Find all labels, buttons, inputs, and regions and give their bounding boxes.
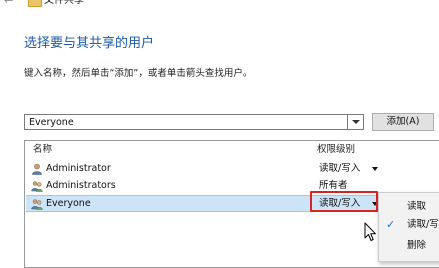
permission-level[interactable]: 读取/写入 bbox=[319, 162, 360, 176]
user-name: Administrator bbox=[46, 163, 111, 174]
instruction-text: 键入名称，然后单击“添加”，或者单击箭头查找用户。 bbox=[24, 68, 253, 79]
user-name: Everyone bbox=[46, 198, 91, 209]
user-group-icon bbox=[31, 199, 43, 210]
single-user-icon bbox=[32, 163, 42, 175]
back-arrow-icon[interactable]: ← bbox=[4, 0, 13, 8]
chevron-down-icon[interactable] bbox=[372, 167, 378, 171]
add-button[interactable]: 添加(A) bbox=[372, 113, 434, 131]
column-header-permission[interactable]: 权限级别 bbox=[317, 144, 355, 156]
menu-item-read-write[interactable]: ✓ 读取/写 bbox=[379, 216, 439, 234]
menu-item-remove[interactable]: 删除 bbox=[379, 237, 439, 255]
column-header-name[interactable]: 名称 bbox=[33, 144, 52, 156]
user-name-input[interactable]: Everyone bbox=[24, 114, 348, 130]
menu-item-read[interactable]: 读取 bbox=[379, 198, 439, 216]
user-name: Administrators bbox=[46, 180, 116, 191]
title-bar: ← 文件共享 bbox=[0, 0, 439, 8]
menu-item-label: 删除 bbox=[407, 240, 427, 251]
mouse-cursor-icon bbox=[364, 222, 376, 241]
list-item[interactable]: Administrator 读取/写入 bbox=[26, 161, 439, 177]
permission-menu: 读取 ✓ 读取/写 删除 bbox=[378, 192, 439, 262]
find-users-dropdown-button[interactable] bbox=[348, 114, 364, 130]
chevron-down-icon bbox=[351, 120, 360, 124]
window-title: 文件共享 bbox=[44, 0, 84, 6]
user-group-icon bbox=[31, 181, 43, 192]
folder-share-icon bbox=[28, 0, 42, 7]
menu-item-label: 读取 bbox=[407, 201, 427, 212]
permission-highlight-box bbox=[310, 191, 378, 212]
checkmark-icon: ✓ bbox=[386, 218, 396, 231]
menu-item-label: 读取/写 bbox=[407, 219, 439, 230]
page-heading: 选择要与其共享的用户 bbox=[24, 36, 155, 51]
